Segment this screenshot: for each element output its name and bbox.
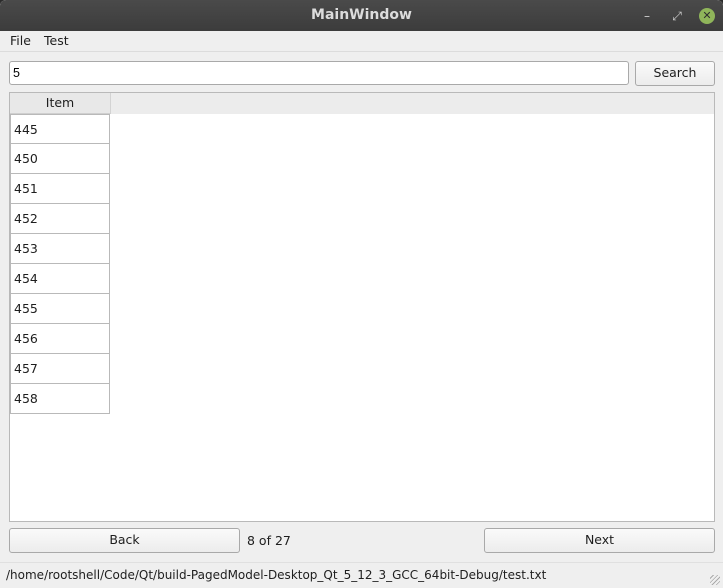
next-button[interactable]: Next bbox=[484, 528, 715, 553]
menu-test[interactable]: Test bbox=[44, 33, 69, 48]
search-input[interactable] bbox=[9, 61, 629, 85]
table-rows: 445 450 451 452 453 454 455 456 457 458 bbox=[10, 114, 110, 414]
column-header-item[interactable]: Item bbox=[10, 93, 111, 114]
items-table[interactable]: Item 445 450 451 452 453 454 455 456 457… bbox=[9, 92, 715, 522]
menu-file[interactable]: File bbox=[10, 33, 31, 48]
table-row[interactable]: 453 bbox=[10, 234, 110, 264]
table-row[interactable]: 458 bbox=[10, 384, 110, 414]
page-indicator: 8 of 27 bbox=[247, 533, 291, 548]
minimize-icon[interactable]: – bbox=[639, 8, 655, 24]
window-title: MainWindow bbox=[311, 7, 412, 23]
menu-bar: File Test bbox=[0, 31, 723, 52]
search-button[interactable]: Search bbox=[635, 61, 715, 86]
table-row[interactable]: 455 bbox=[10, 294, 110, 324]
title-bar[interactable]: MainWindow – ⤢ ✕ bbox=[0, 0, 723, 31]
status-file-path: /home/rootshell/Code/Qt/build-PagedModel… bbox=[6, 568, 547, 582]
table-row[interactable]: 452 bbox=[10, 204, 110, 234]
table-row[interactable]: 450 bbox=[10, 144, 110, 174]
back-button[interactable]: Back bbox=[9, 528, 240, 553]
resize-grip-icon[interactable] bbox=[710, 575, 720, 585]
restore-icon[interactable]: ⤢ bbox=[669, 8, 685, 24]
table-row[interactable]: 456 bbox=[10, 324, 110, 354]
close-icon[interactable]: ✕ bbox=[699, 8, 715, 24]
table-row[interactable]: 457 bbox=[10, 354, 110, 384]
table-row[interactable]: 445 bbox=[10, 114, 110, 144]
status-bar: /home/rootshell/Code/Qt/build-PagedModel… bbox=[0, 562, 723, 588]
table-header-strip bbox=[10, 93, 714, 114]
table-row[interactable]: 451 bbox=[10, 174, 110, 204]
main-window: MainWindow – ⤢ ✕ File Test Search Item 4… bbox=[0, 0, 723, 588]
table-row[interactable]: 454 bbox=[10, 264, 110, 294]
